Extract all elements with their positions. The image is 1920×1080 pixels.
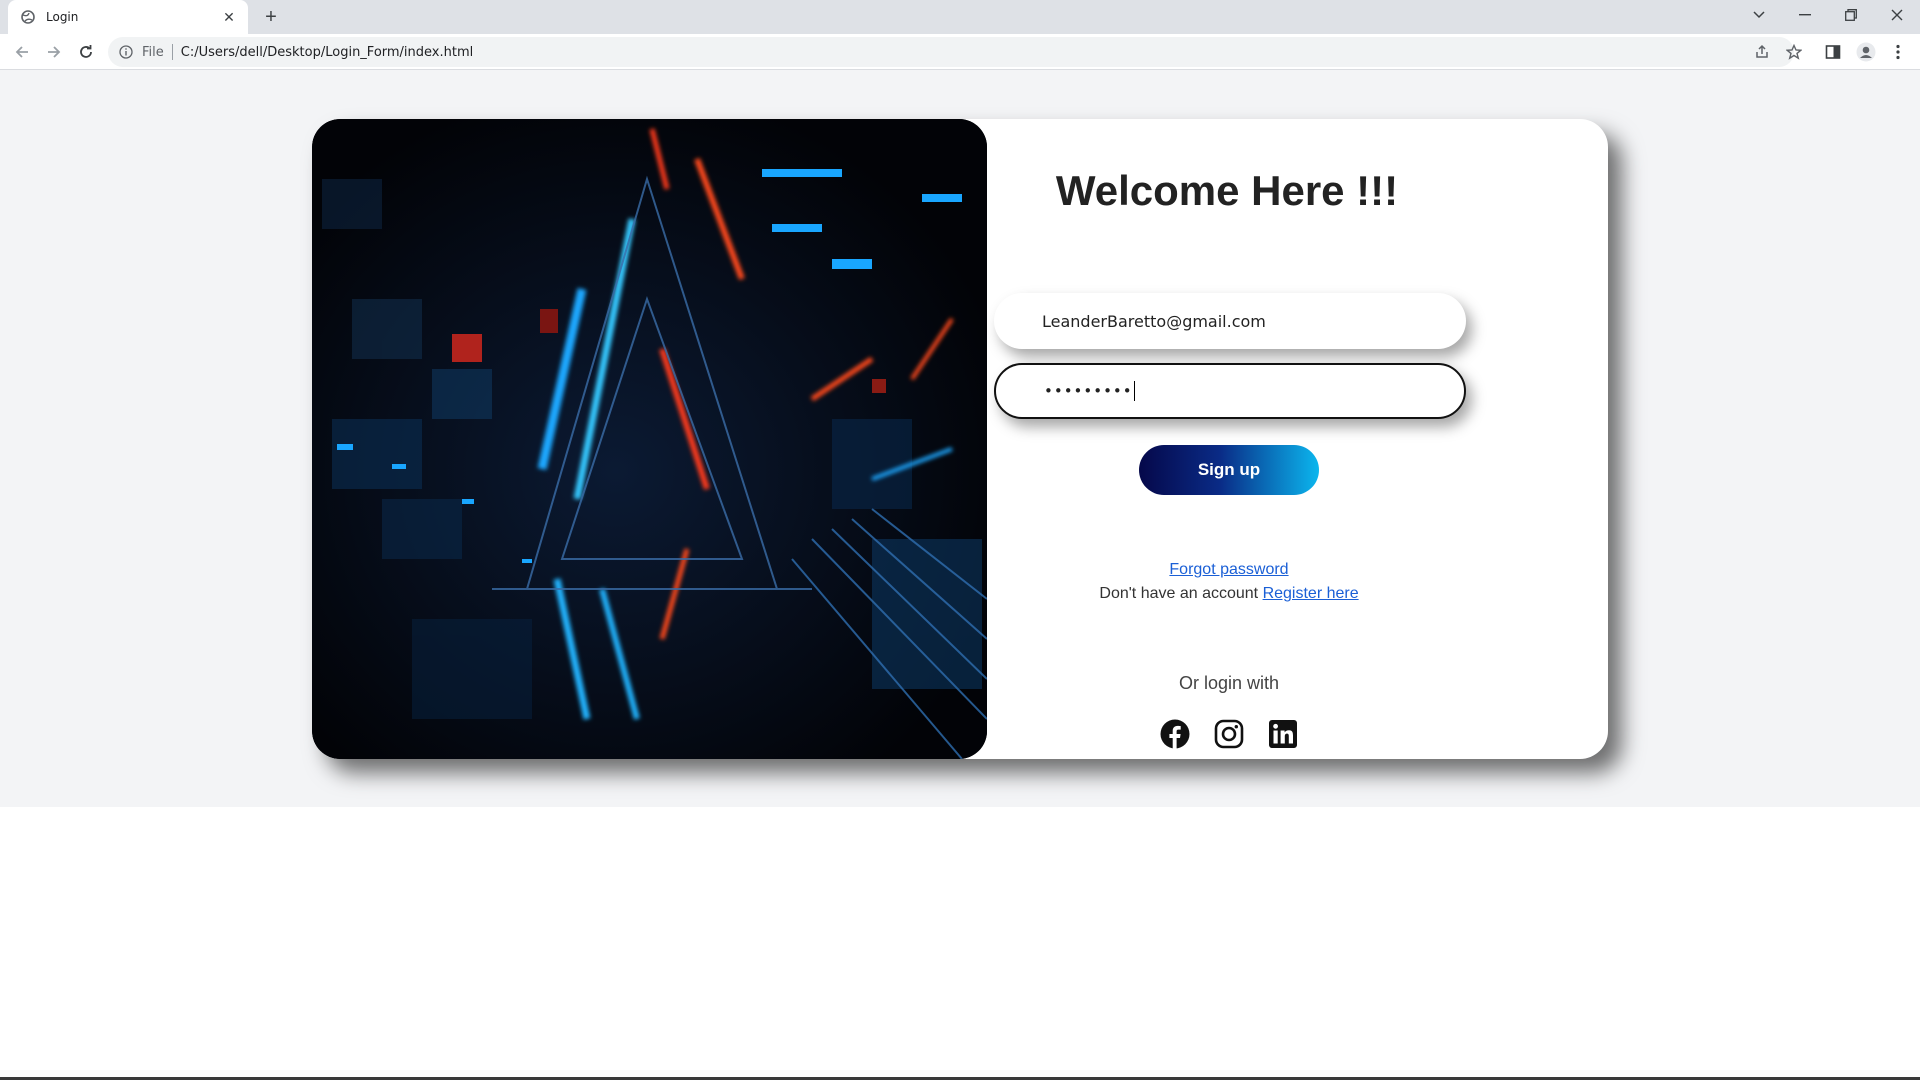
omnibox-divider <box>171 44 173 60</box>
close-tab-icon[interactable]: ✕ <box>220 8 238 26</box>
email-field-value: LeanderBaretto@gmail.com <box>1042 311 1266 331</box>
page-background: Welcome Here !!! LeanderBaretto@gmail.co… <box>0 70 1920 807</box>
tab-title: Login <box>46 10 79 24</box>
email-field[interactable]: LeanderBaretto@gmail.com <box>994 293 1466 349</box>
social-login-icons <box>987 719 1471 749</box>
restore-button[interactable] <box>1828 0 1874 30</box>
share-icon[interactable] <box>1752 42 1772 62</box>
no-account-text: Don't have an account <box>1099 585 1263 602</box>
password-field-value: ••••••••• <box>1044 382 1133 400</box>
facebook-icon[interactable] <box>1160 719 1190 749</box>
info-icon[interactable] <box>118 44 134 60</box>
url-text[interactable]: C:/Users/dell/Desktop/Login_Form/index.h… <box>181 45 473 60</box>
forgot-password-link[interactable]: Forgot password <box>1169 561 1288 578</box>
menu-kebab-icon[interactable] <box>1888 42 1908 62</box>
linkedin-icon[interactable] <box>1268 719 1298 749</box>
globe-icon <box>20 9 36 25</box>
tab-search-icon[interactable] <box>1736 0 1782 30</box>
profile-avatar-icon[interactable] <box>1856 42 1876 62</box>
register-row: Don't have an account Register here <box>987 585 1471 603</box>
signup-button[interactable]: Sign up <box>1139 445 1319 495</box>
close-window-button[interactable] <box>1874 0 1920 30</box>
new-tab-button[interactable]: + <box>260 6 282 28</box>
text-caret <box>1133 381 1136 401</box>
welcome-heading: Welcome Here !!! <box>1055 167 1399 214</box>
bookmark-star-icon[interactable] <box>1784 42 1804 62</box>
login-card: Welcome Here !!! LeanderBaretto@gmail.co… <box>312 119 1608 759</box>
forgot-password-row: Forgot password <box>987 561 1471 579</box>
forward-icon[interactable] <box>42 40 66 64</box>
reload-icon[interactable] <box>74 40 98 64</box>
minimize-button[interactable] <box>1782 0 1828 30</box>
tab-bar: Login ✕ + <box>0 0 1920 34</box>
side-panel-icon[interactable] <box>1823 42 1843 62</box>
browser-toolbar: File C:/Users/dell/Desktop/Login_Form/in… <box>0 34 1920 70</box>
browser-tab[interactable]: Login ✕ <box>8 0 248 34</box>
login-form: Welcome Here !!! LeanderBaretto@gmail.co… <box>987 119 1608 759</box>
hero-neon-image <box>312 119 987 759</box>
page-blank-area <box>0 807 1920 1080</box>
register-link[interactable]: Register here <box>1263 585 1359 602</box>
instagram-icon[interactable] <box>1214 719 1244 749</box>
address-bar[interactable]: File C:/Users/dell/Desktop/Login_Form/in… <box>108 37 1794 67</box>
or-login-with-text: Or login with <box>1178 673 1280 693</box>
file-scheme-label: File <box>142 44 164 60</box>
back-icon[interactable] <box>10 40 34 64</box>
password-field[interactable]: ••••••••• <box>994 363 1466 419</box>
